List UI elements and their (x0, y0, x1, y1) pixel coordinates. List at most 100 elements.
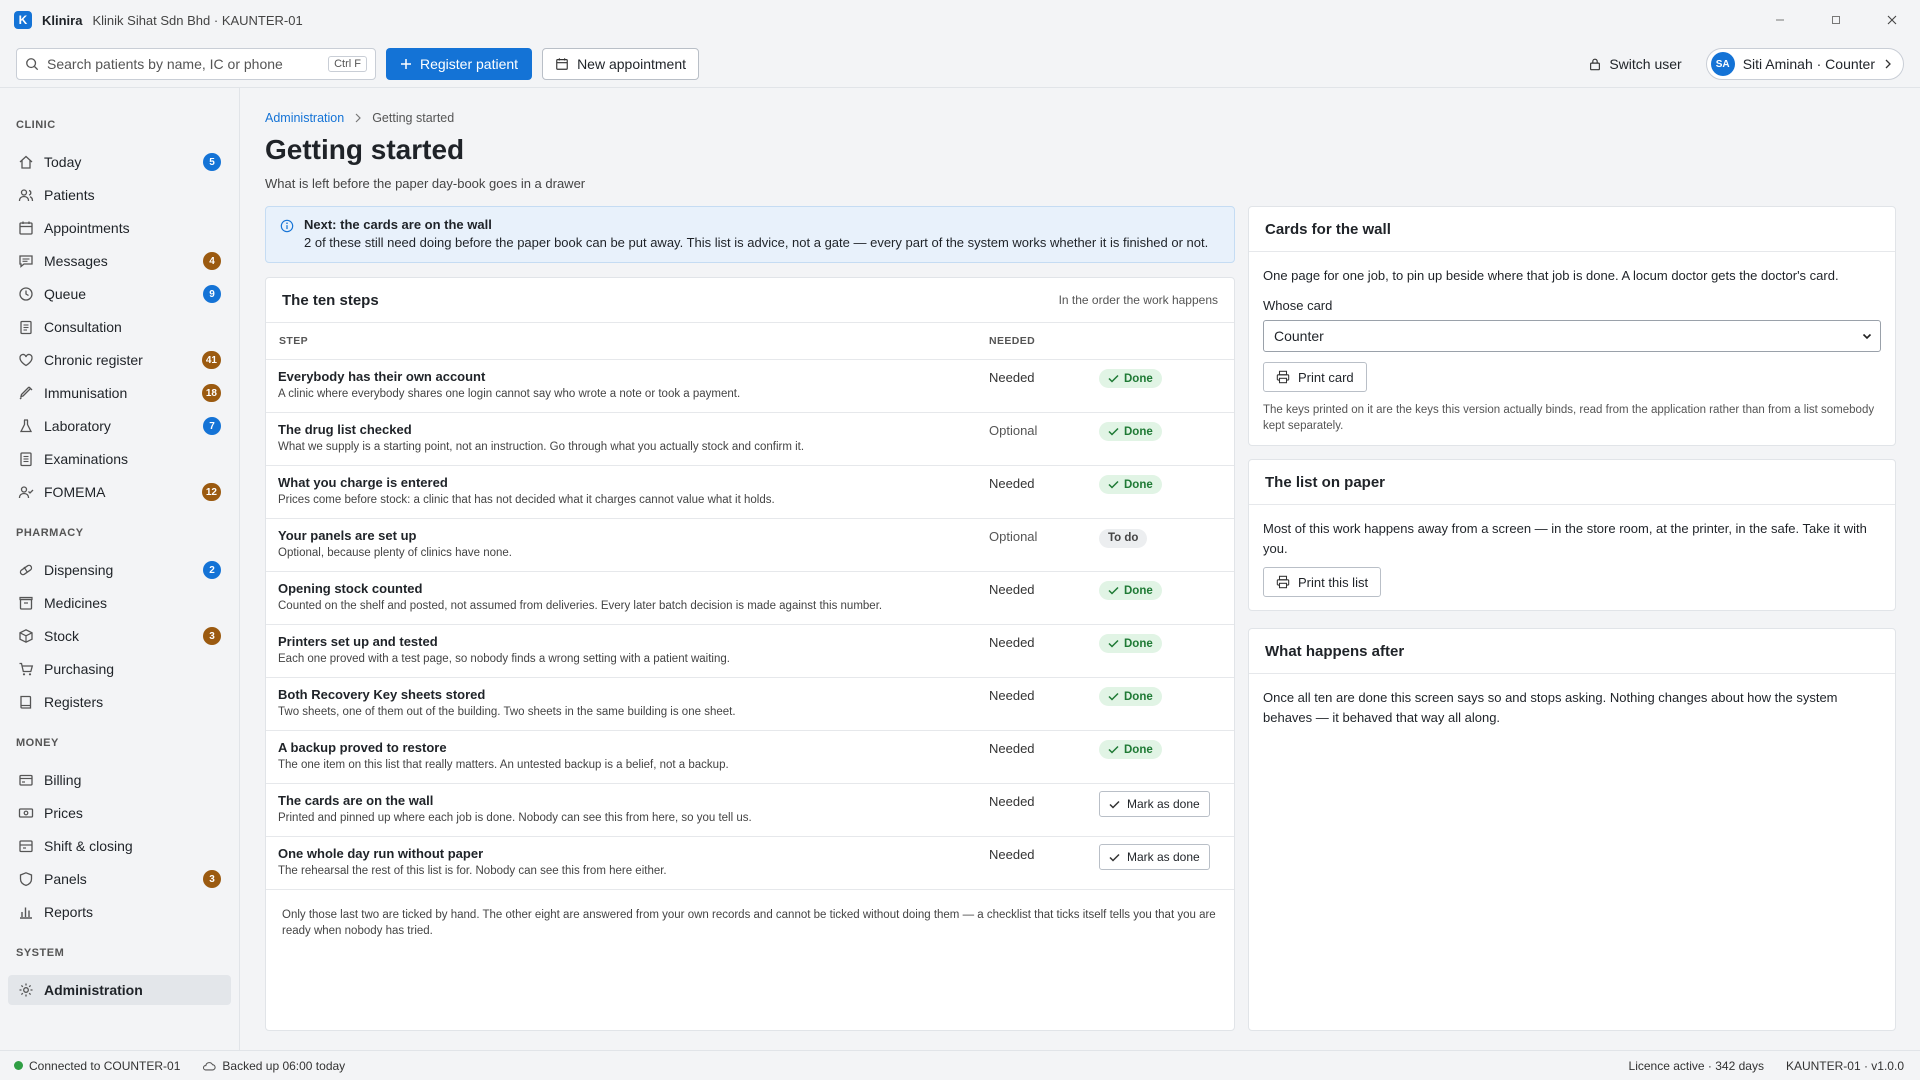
user-menu[interactable]: SA Siti Aminah · Counter (1705, 48, 1904, 80)
whose-card-select[interactable]: Counter (1263, 320, 1881, 352)
search-input[interactable] (47, 55, 321, 72)
step-needed: Needed (989, 476, 1035, 491)
sidebar-item-dispensing[interactable]: Dispensing 2 (8, 555, 231, 585)
home-icon (19, 155, 33, 169)
check-icon (1108, 692, 1119, 701)
user-name: Siti Aminah · Counter (1742, 56, 1875, 72)
sidebar-item-immunisation[interactable]: Immunisation 18 (8, 378, 231, 408)
sidebar-item-medicines[interactable]: Medicines (8, 588, 231, 618)
sidebar-item-patients[interactable]: Patients (8, 180, 231, 210)
maximize-button[interactable] (1808, 0, 1864, 40)
cards-panel-text: One page for one job, to pin up beside w… (1263, 268, 1839, 283)
sidebar-item-label: Chronic register (44, 352, 143, 368)
mark-as-done-button[interactable]: Mark as done (1099, 844, 1210, 870)
person-check-icon (18, 486, 34, 499)
table-row: What you charge is entered Prices come be… (266, 466, 1234, 519)
minimize-button[interactable] (1752, 0, 1808, 40)
close-button[interactable] (1864, 0, 1920, 40)
breadcrumb-current: Getting started (372, 111, 455, 125)
sidebar-item-label: Consultation (44, 319, 122, 335)
check-icon (1109, 800, 1120, 809)
sidebar-item-shift-closing[interactable]: Shift & closing (8, 831, 231, 861)
sidebar-item-label: Patients (44, 187, 95, 203)
table-row: Both Recovery Key sheets stored Two sheet… (266, 678, 1234, 731)
sidebar-item-laboratory[interactable]: Laboratory 7 (8, 411, 231, 441)
nav-section-title: CLINIC (16, 119, 56, 131)
breadcrumb-administration[interactable]: Administration (265, 111, 344, 125)
step-description: The rehearsal the rest of this list is f… (278, 865, 667, 877)
message-icon (19, 255, 33, 268)
flask-icon (19, 419, 33, 433)
print-card-button[interactable]: Print card (1263, 362, 1367, 392)
steps-card: The ten steps In the order the work happ… (265, 277, 1235, 1031)
whose-card-value: Counter (1274, 328, 1324, 344)
new-appointment-label: New appointment (577, 55, 687, 72)
sidebar-item-today[interactable]: Today 5 (8, 147, 231, 177)
sidebar-item-billing[interactable]: Billing (8, 765, 231, 795)
sidebar-item-label: Immunisation (44, 385, 128, 401)
step-needed: Needed (989, 847, 1035, 862)
sidebar-item-chronic-register[interactable]: Chronic register 41 (8, 345, 231, 375)
sidebar-item-appointments[interactable]: Appointments (8, 213, 231, 243)
pill-icon (19, 564, 33, 576)
steps-table-header: STEP NEEDED (266, 323, 1234, 360)
step-name: What you charge is entered (278, 475, 448, 490)
sidebar-item-consultation[interactable]: Consultation (8, 312, 231, 342)
count-badge: 18 (201, 384, 221, 402)
sidebar: CLINIC Today 5 Patients Appointments Messages… (0, 88, 240, 1050)
sidebar-item-messages[interactable]: Messages 4 (8, 246, 231, 276)
step-needed: Needed (989, 635, 1035, 650)
sidebar-item-registers[interactable]: Registers (8, 687, 231, 717)
sidebar-item-examinations[interactable]: Examinations (8, 444, 231, 474)
sidebar-item-label: FOMEMA (44, 484, 106, 500)
sidebar-item-administration[interactable]: Administration (8, 975, 231, 1005)
step-description: Prices come before stock: a clinic that … (278, 494, 775, 506)
new-appointment-button[interactable]: New appointment (542, 47, 700, 80)
sidebar-item-panels[interactable]: Panels 3 (8, 864, 231, 894)
breadcrumb: Administration Getting started (265, 111, 454, 125)
status-label: Done (1124, 478, 1153, 491)
clipboard-icon (20, 320, 32, 335)
shield-icon (19, 872, 33, 887)
info-banner: Next: the cards are on the wall 2 of the… (265, 206, 1235, 263)
nav-section-title: SYSTEM (16, 947, 65, 959)
switch-user-button[interactable]: Switch user (1578, 48, 1691, 80)
cards-panel-note: The keys printed on it are the keys this… (1263, 404, 1875, 432)
mark-as-done-label: Mark as done (1127, 797, 1200, 811)
count-badge: 3 (203, 627, 221, 645)
count-badge: 12 (201, 483, 221, 501)
sidebar-item-stock[interactable]: Stock 3 (8, 621, 231, 651)
info-icon (280, 219, 294, 233)
sidebar-item-queue[interactable]: Queue 9 (8, 279, 231, 309)
status-badge: To do (1099, 528, 1148, 548)
status-label: Done (1124, 425, 1153, 438)
box-icon (19, 596, 33, 610)
printer-icon (1276, 575, 1290, 589)
sidebar-item-purchasing[interactable]: Purchasing (8, 654, 231, 684)
table-row: A backup proved to restore The one item o… (266, 731, 1234, 784)
sidebar-item-prices[interactable]: Prices (8, 798, 231, 828)
cards-panel-title: Cards for the wall (1249, 207, 1895, 252)
step-needed: Needed (989, 582, 1035, 597)
bar-chart-icon (20, 907, 32, 919)
gear-icon (19, 983, 33, 997)
step-name: Printers set up and tested (278, 634, 438, 649)
print-list-button[interactable]: Print this list (1263, 567, 1382, 597)
banner-text: 2 of these still need doing before the p… (304, 235, 1209, 250)
register-patient-button[interactable]: Register patient (386, 47, 533, 80)
step-description: A clinic where everybody shares one logi… (278, 388, 741, 400)
status-bar: Connected to COUNTER-01 Backed up 06:00 … (0, 1050, 1920, 1080)
paper-panel-title: The list on paper (1249, 460, 1895, 505)
table-row: Printers set up and tested Each one prove… (266, 625, 1234, 678)
search-box[interactable]: Ctrl F (16, 47, 376, 80)
sidebar-item-reports[interactable]: Reports (8, 897, 231, 927)
sidebar-item-fomema[interactable]: FOMEMA 12 (8, 477, 231, 507)
whose-card-label: Whose card (1263, 298, 1333, 313)
status-badge: Done (1099, 634, 1162, 653)
step-description: Optional, because plenty of clinics have… (278, 547, 512, 559)
sidebar-item-label: Billing (44, 772, 82, 788)
check-icon (1109, 853, 1120, 862)
table-row: Opening stock counted Counted on the shel… (266, 572, 1234, 625)
mark-as-done-button[interactable]: Mark as done (1099, 791, 1210, 817)
nav-section-title: MONEY (16, 737, 59, 749)
